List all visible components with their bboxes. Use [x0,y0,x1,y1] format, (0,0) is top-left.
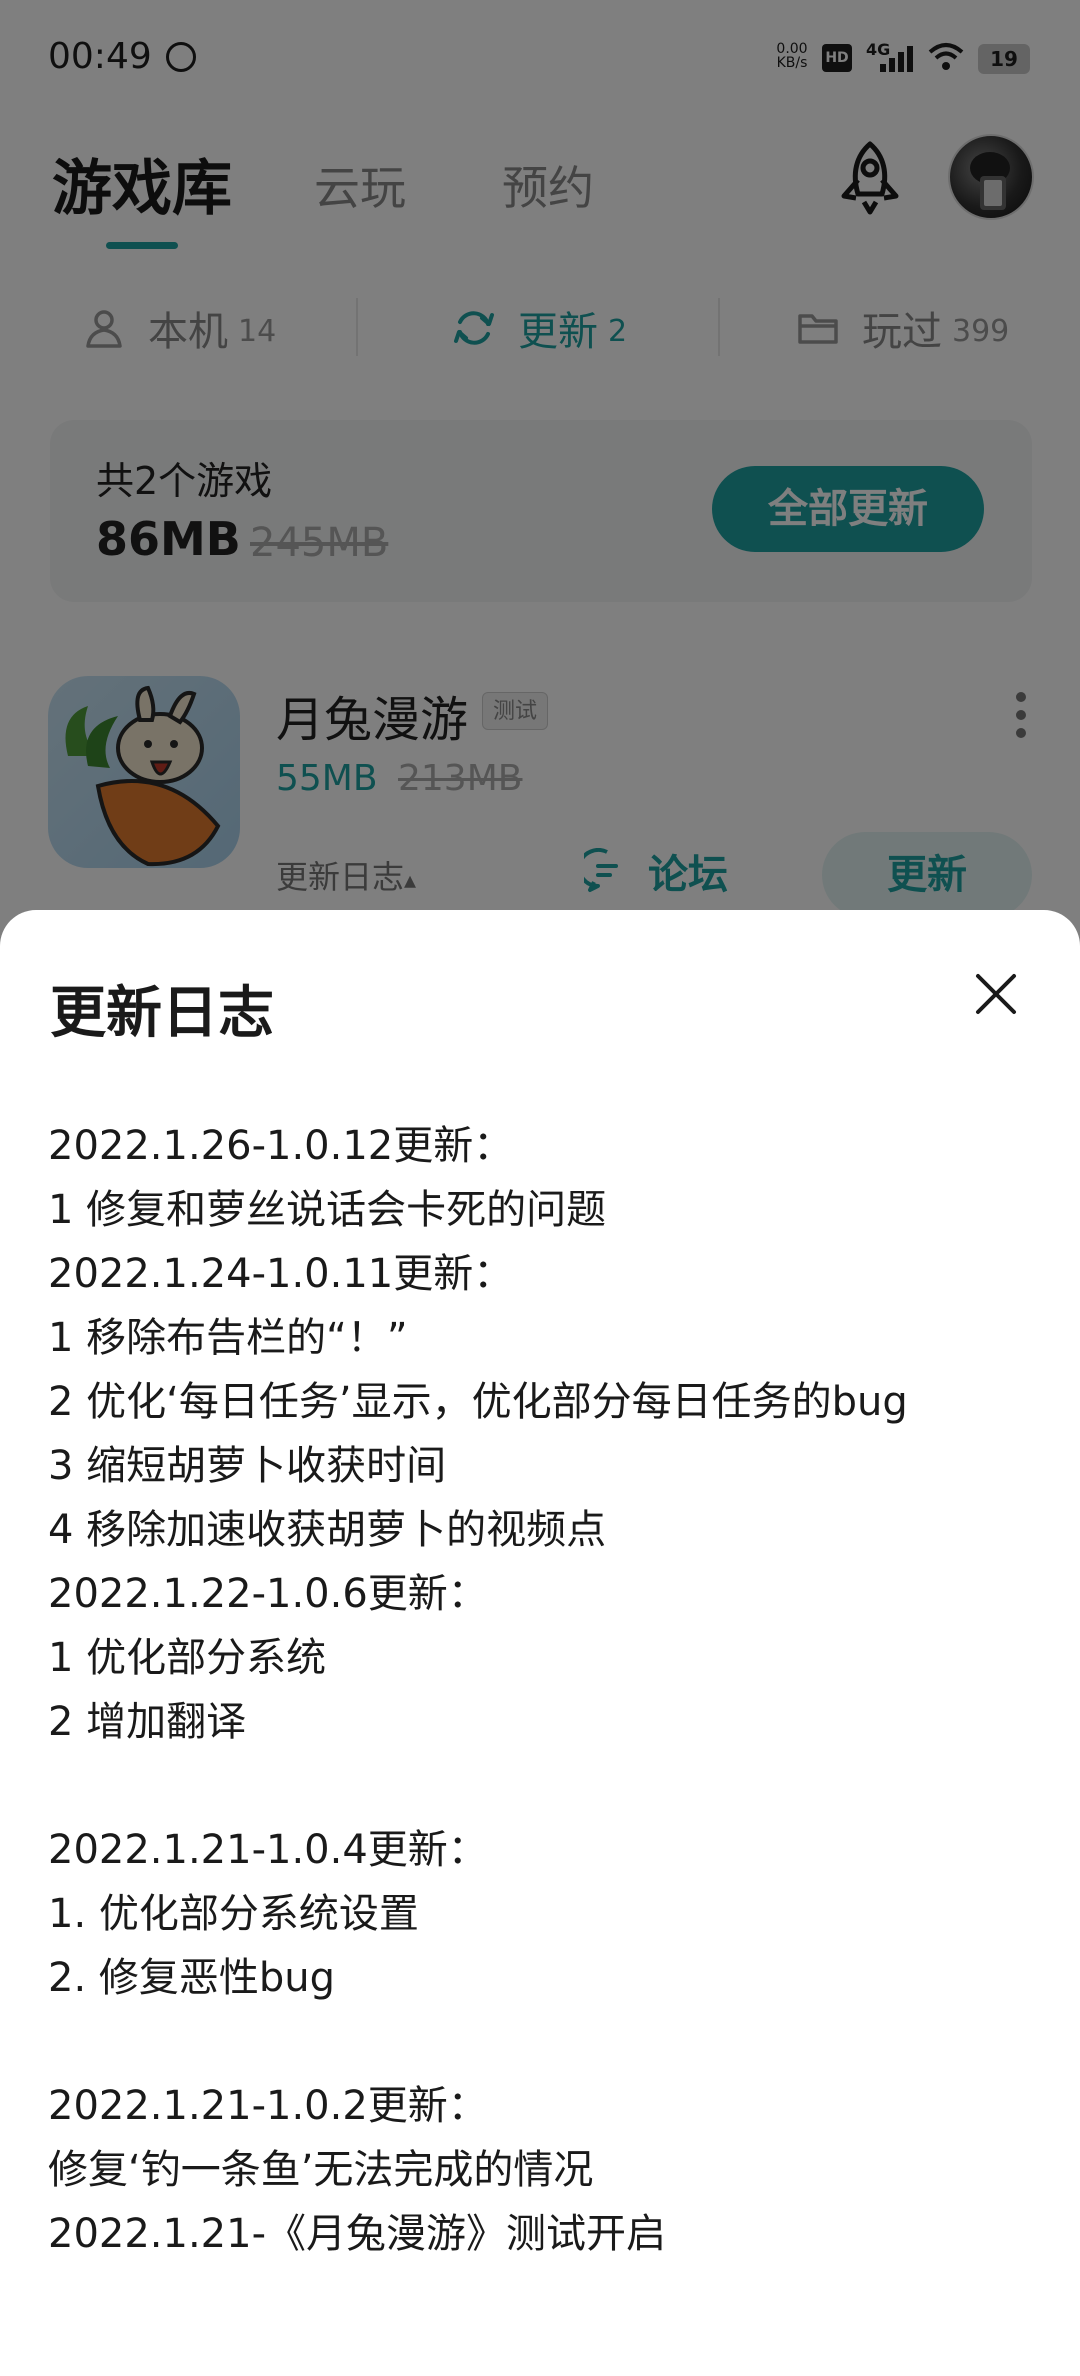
changelog-line [48,1754,1038,1818]
changelog-line: 2 增加翻译 [48,1699,247,1745]
changelog-line: 2022.1.21-1.0.2更新： [48,2083,488,2129]
changelog-line: 2022.1.21-《月兔漫游》测试开启 [48,2211,667,2257]
changelog-text: 2022.1.26-1.0.12更新： 1 修复和萝丝说话会卡死的问题 2022… [48,1114,1038,2266]
changelog-line: 1 优化部分系统 [48,1635,327,1681]
sheet-title: 更新日志 [50,981,274,1046]
changelog-line: 1 移除布告栏的“！” [48,1315,408,1361]
changelog-line: 2022.1.21-1.0.4更新： [48,1827,488,1873]
changelog-line: 3 缩短胡萝卜收获时间 [48,1443,447,1489]
changelog-line: 4 移除加速收获胡萝卜的视频点 [48,1507,607,1553]
changelog-line: 2022.1.26-1.0.12更新： [48,1123,514,1169]
changelog-line: 2. 修复恶性bug [48,1955,336,2001]
changelog-line [48,2010,1038,2074]
changelog-line: 2 优化‘每日任务’显示，优化部分每日任务的bug [48,1379,908,1425]
changelog-sheet: 更新日志 2022.1.26-1.0.12更新： 1 修复和萝丝说话会卡死的问题… [0,910,1080,2376]
changelog-line: 1 修复和萝丝说话会卡死的问题 [48,1187,607,1233]
changelog-line: 1. 优化部分系统设置 [48,1891,419,1937]
changelog-line: 修复‘钓一条鱼’无法完成的情况 [48,2147,594,2193]
changelog-line: 2022.1.24-1.0.11更新： [48,1251,514,1297]
close-icon[interactable] [972,970,1020,1018]
changelog-line: 2022.1.22-1.0.6更新： [48,1571,488,1617]
